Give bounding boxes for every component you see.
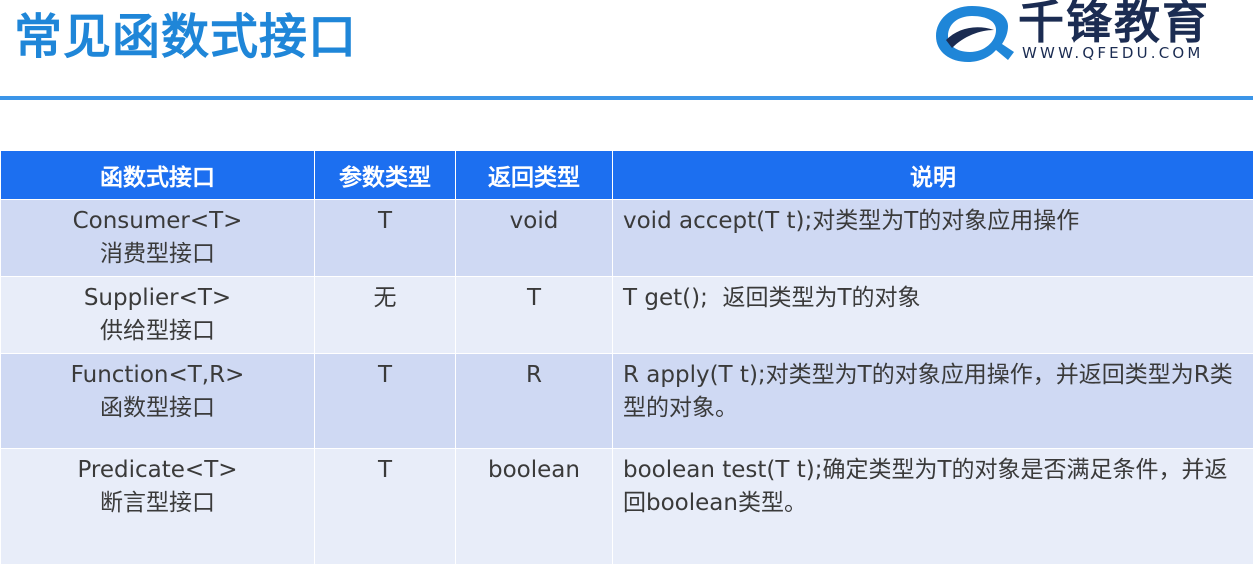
interface-cell: Consumer<T> 消费型接口 <box>1 200 315 277</box>
table-header-row: 函数式接口 参数类型 返回类型 说明 <box>1 151 1253 200</box>
header-return-type: 返回类型 <box>456 151 613 200</box>
brand-logo: 千锋教育 WWW.QFEDU.COM <box>928 0 1250 68</box>
logo-q-icon <box>928 0 1014 68</box>
interface-name-cn: 供给型接口 <box>11 315 304 348</box>
header-description: 说明 <box>613 151 1253 200</box>
header-interface: 函数式接口 <box>1 151 315 200</box>
param-type-cell: T <box>315 449 456 565</box>
logo-wordmark: 千锋教育 <box>1018 0 1210 50</box>
header-param-type: 参数类型 <box>315 151 456 200</box>
param-type-cell: T <box>315 354 456 449</box>
description-cell: boolean test(T t);确定类型为T的对象是否满足条件，并返回boo… <box>613 449 1253 565</box>
interface-name: Predicate<T> <box>11 454 304 487</box>
return-type-cell: T <box>456 277 613 354</box>
logo-url: WWW.QFEDU.COM <box>1022 44 1204 62</box>
table-row: Consumer<T> 消费型接口 T void void accept(T t… <box>1 200 1253 277</box>
interface-name-cn: 消费型接口 <box>11 238 304 271</box>
interface-cell: Predicate<T> 断言型接口 <box>1 449 315 565</box>
description-cell: void accept(T t);对类型为T的对象应用操作 <box>613 200 1253 277</box>
interface-cell: Function<T,R> 函数型接口 <box>1 354 315 449</box>
interface-name-cn: 函数型接口 <box>11 392 304 425</box>
table-row: Supplier<T> 供给型接口 无 T T get(); 返回类型为T的对象 <box>1 277 1253 354</box>
table-row: Function<T,R> 函数型接口 T R R apply(T t);对类型… <box>1 354 1253 449</box>
title-divider <box>0 96 1253 100</box>
param-type-cell: T <box>315 200 456 277</box>
interface-name: Supplier<T> <box>11 282 304 315</box>
functional-interfaces-table: 函数式接口 参数类型 返回类型 说明 Consumer<T> 消费型接口 T v… <box>0 150 1253 565</box>
description-cell: T get(); 返回类型为T的对象 <box>613 277 1253 354</box>
return-type-cell: boolean <box>456 449 613 565</box>
table-row: Predicate<T> 断言型接口 T boolean boolean tes… <box>1 449 1253 565</box>
interface-name: Function<T,R> <box>11 359 304 392</box>
description-cell: R apply(T t);对类型为T的对象应用操作，并返回类型为R类型的对象。 <box>613 354 1253 449</box>
interface-cell: Supplier<T> 供给型接口 <box>1 277 315 354</box>
interface-name: Consumer<T> <box>11 205 304 238</box>
return-type-cell: void <box>456 200 613 277</box>
param-type-cell: 无 <box>315 277 456 354</box>
slide-title: 常见函数式接口 <box>14 2 357 72</box>
interface-name-cn: 断言型接口 <box>11 487 304 520</box>
return-type-cell: R <box>456 354 613 449</box>
